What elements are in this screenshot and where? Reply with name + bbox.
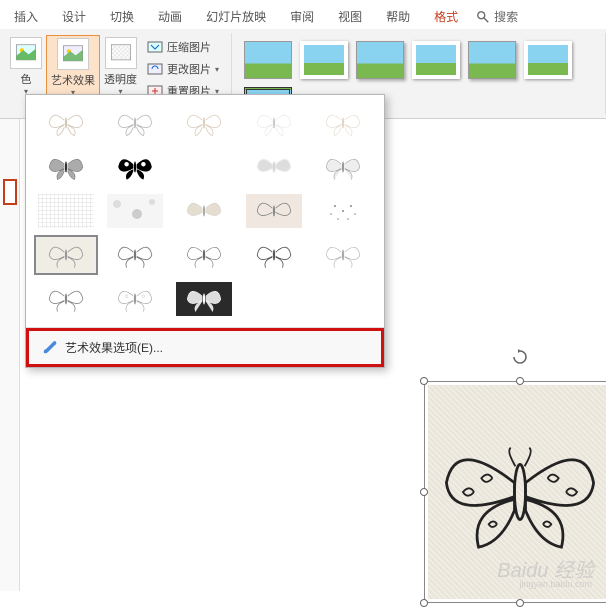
effects-grid: [26, 95, 384, 327]
effect-item[interactable]: [103, 279, 167, 319]
effect-item[interactable]: [311, 191, 375, 231]
effects-footer: 艺术效果选项(E)...: [26, 327, 384, 367]
slide-thumbnail[interactable]: [3, 179, 17, 205]
tab-slideshow[interactable]: 幻灯片放映: [200, 4, 272, 29]
search-icon: [476, 10, 490, 24]
effect-item[interactable]: [242, 235, 306, 275]
effect-item[interactable]: [34, 147, 98, 187]
tab-transitions[interactable]: 切换: [104, 4, 140, 29]
compress-label: 压缩图片: [167, 39, 211, 55]
effect-item[interactable]: [172, 235, 236, 275]
effect-item[interactable]: [172, 279, 236, 319]
watermark-sub: jingyan.baidu.com: [519, 579, 592, 589]
compress-button[interactable]: 压缩图片: [143, 37, 223, 57]
brush-icon: [41, 340, 57, 356]
effect-item[interactable]: [242, 147, 306, 187]
effect-item[interactable]: [242, 103, 306, 143]
rotate-handle-icon[interactable]: [512, 349, 528, 365]
style-thumb[interactable]: [524, 41, 572, 79]
effect-item-selected[interactable]: [34, 235, 98, 275]
transparency-icon: [110, 42, 132, 64]
effect-item[interactable]: [103, 235, 167, 275]
effect-item[interactable]: [311, 235, 375, 275]
effect-item[interactable]: [103, 103, 167, 143]
artistic-effects-label: 艺术效果: [51, 72, 95, 88]
highlight-annotation: 艺术效果选项(E)...: [26, 328, 384, 367]
effect-item[interactable]: [34, 191, 98, 231]
search-group[interactable]: 搜索: [476, 8, 518, 25]
artistic-effects-button[interactable]: 艺术效果 ▾: [46, 35, 100, 103]
effect-item[interactable]: [103, 191, 167, 231]
effect-item[interactable]: [242, 191, 306, 231]
style-thumb[interactable]: [300, 41, 348, 79]
chevron-down-icon: ▾: [215, 65, 219, 74]
style-thumb[interactable]: [412, 41, 460, 79]
effects-icon: [62, 43, 84, 65]
tab-design[interactable]: 设计: [56, 4, 92, 29]
resize-handle[interactable]: [516, 377, 524, 385]
resize-handle[interactable]: [516, 599, 524, 607]
resize-handle[interactable]: [420, 377, 428, 385]
effect-item[interactable]: [103, 147, 167, 187]
tab-view[interactable]: 视图: [332, 4, 368, 29]
tab-animations[interactable]: 动画: [152, 4, 188, 29]
color-button[interactable]: 色 ▾: [6, 35, 46, 103]
change-label: 更改图片: [167, 61, 211, 77]
resize-handle[interactable]: [420, 488, 428, 496]
effects-option-label: 艺术效果选项(E)...: [65, 339, 163, 356]
resize-handle[interactable]: [420, 599, 428, 607]
tab-insert[interactable]: 插入: [8, 4, 44, 29]
transparency-label: 透明度: [104, 71, 137, 87]
effect-item[interactable]: [172, 103, 236, 143]
picture-icon: [15, 42, 37, 64]
compress-icon: [147, 39, 163, 55]
tab-help[interactable]: 帮助: [380, 4, 416, 29]
change-icon: [147, 61, 163, 77]
transparency-button[interactable]: 透明度 ▾: [100, 35, 141, 103]
effect-item[interactable]: [34, 103, 98, 143]
tab-review[interactable]: 审阅: [284, 4, 320, 29]
style-thumb[interactable]: [356, 41, 404, 79]
effect-item[interactable]: [34, 279, 98, 319]
style-thumb[interactable]: [244, 41, 292, 79]
effect-item[interactable]: [311, 103, 375, 143]
change-picture-button[interactable]: 更改图片 ▾: [143, 59, 223, 79]
effect-item[interactable]: [172, 147, 236, 187]
style-thumb[interactable]: [468, 41, 516, 79]
ribbon-tabs: 插入 设计 切换 动画 幻灯片放映 审阅 视图 帮助 格式 搜索: [0, 0, 606, 29]
slide-panel: [0, 119, 20, 591]
color-label: 色: [21, 71, 32, 87]
tab-format[interactable]: 格式: [428, 4, 464, 29]
effect-item[interactable]: [311, 147, 375, 187]
artistic-effects-options-button[interactable]: 艺术效果选项(E)...: [29, 331, 381, 364]
search-label: 搜索: [494, 8, 518, 25]
artistic-effects-dropdown: 艺术效果选项(E)...: [25, 94, 385, 368]
effect-item[interactable]: [172, 191, 236, 231]
